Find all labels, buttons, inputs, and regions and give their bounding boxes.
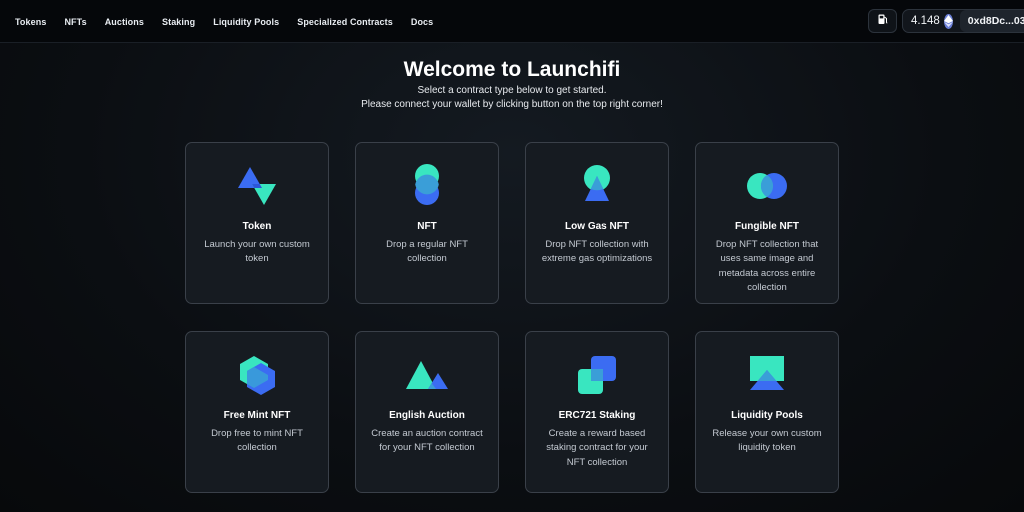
nav-item-specialized-contracts[interactable]: Specialized Contracts [297, 17, 393, 27]
card-title: Liquidity Pools [731, 410, 803, 421]
nav-item-nfts[interactable]: NFTs [64, 17, 86, 27]
card-low-gas-nft[interactable]: Low Gas NFT Drop NFT collection with ext… [525, 142, 669, 304]
gas-button[interactable] [868, 9, 897, 33]
erc721-staking-icon [575, 353, 619, 397]
card-description: Release your own custom liquidity token [712, 428, 822, 454]
card-description: Create a reward based staking contract f… [546, 428, 648, 468]
subtitle-line-2: Please connect your wallet by clicking b… [361, 99, 663, 110]
nav-item-tokens[interactable]: Tokens [15, 17, 46, 27]
token-icon [235, 164, 279, 208]
card-free-mint-nft[interactable]: Free Mint NFT Drop free to mint NFT coll… [185, 331, 329, 493]
wallet-balance: 4.148 [911, 15, 940, 27]
card-title: English Auction [389, 410, 465, 421]
low-gas-nft-icon [575, 164, 619, 208]
subtitle-line-1: Select a contract type below to get star… [417, 85, 607, 96]
fungible-nft-icon [745, 164, 789, 208]
wallet-widget[interactable]: 4.148 0xd8Dc...03 [902, 9, 1024, 33]
nav-item-staking[interactable]: Staking [162, 17, 195, 27]
nft-icon [405, 164, 449, 208]
card-erc721-staking[interactable]: ERC721 Staking Create a reward based sta… [525, 331, 669, 493]
top-navigation-bar: Tokens NFTs Auctions Staking Liquidity P… [0, 0, 1024, 43]
card-token[interactable]: Token Launch your own custom token [185, 142, 329, 304]
wallet-address[interactable]: 0xd8Dc...03 [959, 10, 1024, 32]
card-title: Low Gas NFT [565, 221, 629, 232]
card-fungible-nft[interactable]: Fungible NFT Drop NFT collection that us… [695, 142, 839, 304]
card-description: Create an auction contract for your NFT … [371, 428, 483, 454]
nav-item-liquidity-pools[interactable]: Liquidity Pools [213, 17, 279, 27]
page-title: Welcome to Launchifi [403, 58, 621, 81]
card-liquidity-pools[interactable]: Liquidity Pools Release your own custom … [695, 331, 839, 493]
gas-pump-icon [877, 12, 889, 30]
card-description: Launch your own custom token [204, 239, 310, 265]
card-title: Token [242, 221, 272, 232]
card-title: Free Mint NFT [223, 410, 291, 421]
ethereum-icon [943, 13, 953, 29]
card-description: Drop NFT collection that uses same image… [715, 239, 819, 293]
main-nav: Tokens NFTs Auctions Staking Liquidity P… [15, 0, 451, 43]
card-title: ERC721 Staking [558, 410, 636, 421]
card-nft[interactable]: NFT Drop a regular NFT collection [355, 142, 499, 304]
nav-item-auctions[interactable]: Auctions [105, 17, 144, 27]
card-description: Drop a regular NFT collection [386, 239, 468, 265]
nav-item-docs[interactable]: Docs [411, 17, 433, 27]
card-description: Drop free to mint NFT collection [211, 428, 303, 454]
liquidity-pools-icon [745, 353, 789, 397]
english-auction-icon [405, 353, 449, 397]
free-mint-nft-icon [235, 353, 279, 397]
card-english-auction[interactable]: English Auction Create an auction contra… [355, 331, 499, 493]
card-description: Drop NFT collection with extreme gas opt… [541, 239, 653, 265]
card-title: Fungible NFT [735, 221, 799, 232]
card-title: NFT [417, 221, 437, 232]
